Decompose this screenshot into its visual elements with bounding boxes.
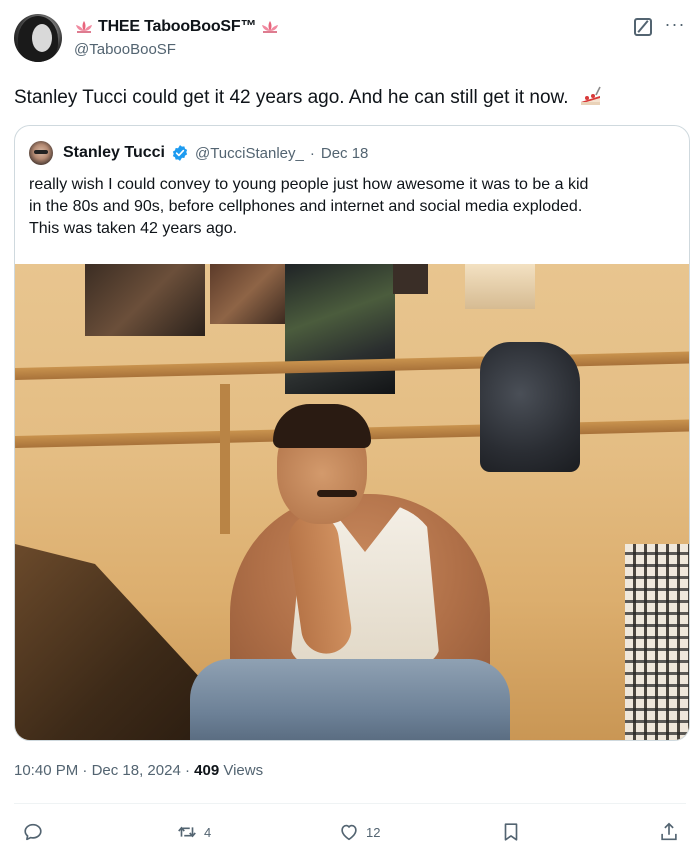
tweet-text-content: Stanley Tucci could get it 42 years ago.… (14, 87, 569, 108)
quoted-tweet-date[interactable]: Dec 18 (321, 145, 369, 162)
like-count: 12 (366, 824, 381, 840)
retweet-count: 4 (204, 824, 212, 840)
like-button[interactable]: 12 (338, 820, 380, 844)
grok-icon[interactable] (634, 18, 652, 36)
tweet-text: Stanley Tucci could get it 42 years ago.… (14, 84, 604, 110)
lotus-icon (76, 21, 92, 33)
pie-slice-emoji (580, 86, 601, 105)
reply-button[interactable] (22, 820, 50, 844)
quoted-author-handle[interactable]: @TucciStanley_ (195, 145, 304, 162)
retweet-icon (178, 826, 196, 838)
meta-separator: · (184, 762, 190, 779)
tweet-date[interactable]: Dec 18, 2024 (92, 762, 181, 779)
meta-separator: · (82, 762, 88, 779)
lotus-icon (262, 21, 279, 33)
quoted-tweet-header: Stanley Tucci @TucciStanley_ · Dec 18 (29, 140, 368, 166)
divider (14, 803, 686, 804)
views-label: Views (223, 762, 264, 779)
heart-icon (341, 824, 357, 841)
tweet-meta: 10:40 PM · Dec 18, 2024 · 409 Views (14, 762, 263, 779)
more-options-icon[interactable]: ··· (664, 15, 686, 36)
tweet-time[interactable]: 10:40 PM (14, 762, 78, 779)
quoted-text-line: really wish I could convey to young peop… (29, 176, 589, 193)
retweet-button[interactable]: 4 (176, 820, 211, 844)
action-bar: 4 12 (14, 814, 686, 850)
share-button[interactable] (658, 820, 680, 844)
quoted-separator: · (309, 144, 315, 162)
tweet-header: THEE TabooBooSF™ @TabooBooSF ··· (14, 14, 686, 64)
author-handle[interactable]: @TabooBooSF (74, 41, 176, 58)
views-count: 409 (194, 762, 220, 779)
avatar-face (32, 24, 52, 52)
quoted-text-line: This was taken 42 years ago. (29, 220, 238, 237)
bookmark-icon (504, 823, 518, 841)
bookmark-button[interactable] (500, 820, 522, 844)
verified-badge-icon (172, 145, 188, 161)
quoted-author-name[interactable]: Stanley Tucci (63, 144, 165, 162)
quoted-text-line: in the 80s and 90s, before cellphones an… (29, 198, 583, 215)
quoted-tweet-photo[interactable] (15, 264, 689, 740)
author-name-row: THEE TabooBooSF™ (74, 16, 280, 38)
author-display-name[interactable]: THEE TabooBooSF™ (98, 18, 256, 36)
reply-icon (24, 823, 42, 841)
quoted-tweet-card[interactable]: Stanley Tucci @TucciStanley_ · Dec 18 re… (14, 125, 690, 741)
quoted-author-avatar[interactable] (29, 141, 53, 165)
quoted-tweet-text: really wish I could convey to young peop… (29, 174, 679, 240)
share-icon (661, 822, 677, 841)
author-avatar[interactable] (14, 14, 62, 62)
